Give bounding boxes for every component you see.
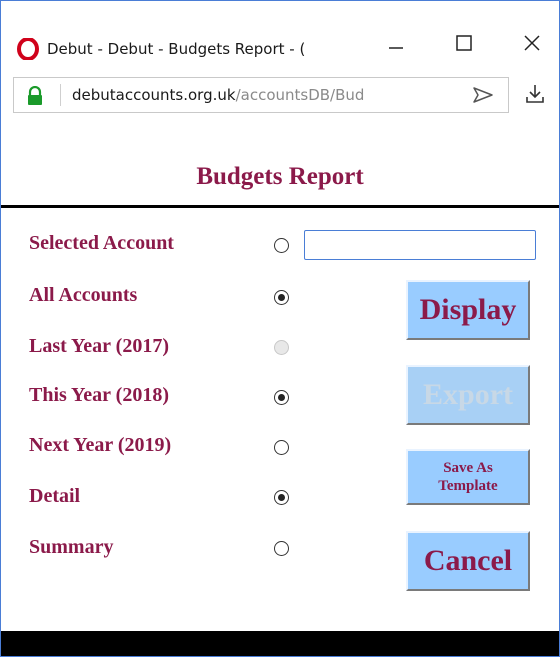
browser-popup-window: Debut - Debut - Budgets Report - (debut… (0, 0, 560, 657)
option-label-selected-account: Selected Account (29, 232, 174, 254)
radio-selected-account[interactable] (274, 238, 289, 253)
minimize-button[interactable] (373, 25, 419, 65)
option-label-this-year: This Year (2018) (29, 384, 169, 406)
export-button: Export (406, 365, 530, 425)
url-text: debutaccounts.org.uk/accountsDB/Bud (72, 84, 462, 106)
opera-logo-icon (17, 37, 39, 61)
option-label-summary: Summary (29, 536, 114, 558)
cancel-button[interactable]: Cancel (406, 531, 530, 591)
title-bar: Debut - Debut - Budgets Report - ( (1, 1, 559, 71)
option-label-last-year: Last Year (2017) (29, 335, 169, 357)
send-icon[interactable] (472, 85, 494, 110)
save-as-template-button[interactable]: Save As Template (406, 449, 530, 505)
minimize-icon (388, 35, 404, 56)
url-host: debutaccounts.org.uk (72, 86, 236, 104)
window-title: Debut - Debut - Budgets Report - ( (47, 40, 306, 58)
bottom-band (1, 631, 559, 656)
close-icon (523, 34, 541, 57)
option-label-next-year: Next Year (2019) (29, 434, 172, 456)
page-header: Budgets Report (1, 119, 559, 208)
radio-all-accounts[interactable] (274, 290, 289, 305)
option-label-all-accounts: All Accounts (29, 284, 138, 306)
radio-summary[interactable] (274, 541, 289, 556)
maximize-button[interactable] (441, 25, 487, 65)
display-button[interactable]: Display (406, 280, 530, 340)
page-title: Budgets Report (196, 163, 364, 190)
lock-icon (26, 85, 44, 111)
option-label-detail: Detail (29, 485, 81, 507)
selected-account-input[interactable] (304, 230, 536, 260)
radio-last-year (274, 340, 289, 355)
radio-this-year[interactable] (274, 390, 289, 405)
url-field[interactable]: debutaccounts.org.uk/accountsDB/Bud (13, 77, 509, 113)
url-path: /accountsDB/Bud (235, 86, 365, 104)
address-bar: debutaccounts.org.uk/accountsDB/Bud (1, 71, 559, 117)
radio-next-year[interactable] (274, 440, 289, 455)
radio-detail[interactable] (274, 490, 289, 505)
download-icon[interactable] (525, 83, 545, 110)
url-separator (60, 84, 61, 106)
close-button[interactable] (509, 25, 555, 65)
title-fade (317, 35, 357, 63)
maximize-icon (456, 34, 472, 56)
